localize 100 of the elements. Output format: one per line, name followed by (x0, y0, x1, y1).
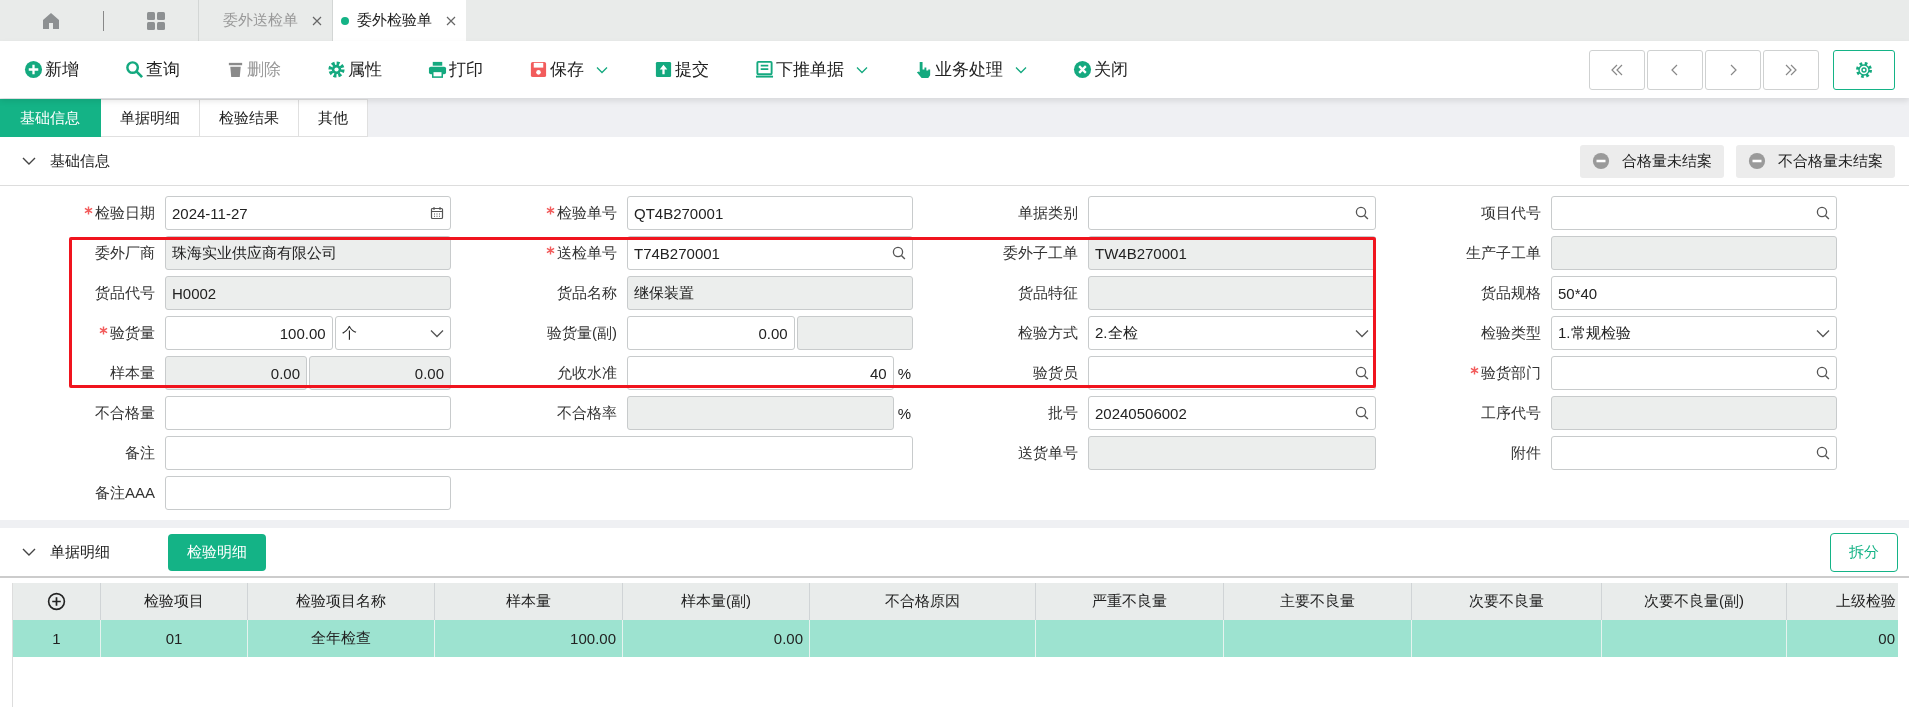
field-label: 允收水准 (557, 363, 617, 383)
document-icon (755, 60, 774, 79)
input-field[interactable] (165, 396, 451, 430)
calendar-icon (430, 206, 444, 220)
toolbar-button[interactable]: 打印 (420, 52, 491, 87)
field-label: 验货量 (110, 323, 155, 343)
search-icon (1816, 446, 1830, 460)
search-icon (1355, 206, 1369, 220)
settings-button[interactable] (1833, 49, 1895, 90)
select-field[interactable]: 个 (334, 316, 451, 350)
toolbar-button[interactable]: 新增 (16, 52, 87, 87)
chevron-icon[interactable] (22, 547, 36, 557)
toolbar-button[interactable]: 业务处理 (906, 52, 1035, 87)
search-field[interactable]: T74B270001 (627, 236, 913, 270)
field-label: 委外厂商 (95, 243, 155, 263)
next-button[interactable] (1705, 49, 1761, 90)
unit-label: % (896, 404, 912, 422)
required-icon (546, 205, 555, 215)
last-page-button[interactable] (1763, 49, 1819, 90)
toolbar-button[interactable]: 属性 (319, 52, 390, 87)
plus-circle-icon (24, 60, 43, 79)
field-label: 不合格量 (95, 403, 155, 423)
table-cell: 01 (101, 620, 248, 657)
form-tab[interactable]: 单据明细 (101, 99, 200, 137)
select-field[interactable]: 2.全检 (1088, 316, 1376, 350)
search-field[interactable] (1551, 356, 1837, 390)
field-label: 验货员 (1033, 363, 1078, 383)
close-icon[interactable] (446, 15, 456, 26)
search-field[interactable] (1551, 436, 1837, 470)
previous-button[interactable] (1647, 49, 1703, 90)
close-icon[interactable] (312, 15, 322, 26)
field-label: 备注 (125, 443, 155, 463)
search-field[interactable]: 20240506002 (1088, 396, 1376, 430)
field-label: 送货单号 (1018, 443, 1078, 463)
toolbar-button[interactable]: 查询 (117, 52, 188, 87)
input-field[interactable] (165, 436, 913, 470)
search-field[interactable] (1088, 356, 1376, 390)
search-icon (1355, 366, 1369, 380)
input-field[interactable]: 50*40 (1551, 276, 1837, 310)
field-label: 样本量 (110, 363, 155, 383)
caret-icon (1015, 65, 1027, 74)
field-label: 不合格率 (557, 403, 617, 423)
caret-icon (596, 65, 608, 74)
close-icon (1073, 60, 1092, 79)
select-field[interactable]: 1.常规检验 (1551, 316, 1837, 350)
table-cell: 0.00 (623, 620, 810, 657)
page-tab[interactable]: 委外检验单 (332, 0, 466, 41)
hand-pointer-icon (914, 60, 933, 79)
add-row-icon[interactable] (47, 592, 66, 611)
form-tab[interactable]: 检验结果 (200, 99, 299, 137)
input-field[interactable]: QT4B270001 (627, 196, 913, 230)
field-label: 备注AAA (95, 483, 155, 503)
table-cell: 全年检查 (248, 620, 435, 657)
input-field[interactable] (165, 476, 451, 510)
input-field[interactable]: 40 (627, 356, 894, 390)
field-label: 工序代号 (1481, 403, 1541, 423)
caret-icon (1355, 328, 1369, 338)
chevron-icon[interactable] (22, 156, 36, 166)
upload-icon (654, 60, 673, 79)
input-field[interactable]: 0.00 (627, 316, 795, 350)
field-label: 批号 (1048, 403, 1078, 423)
status-button[interactable]: 合格量未结案 (1580, 144, 1724, 178)
required-icon (84, 205, 93, 215)
status-button[interactable]: 不合格量未结案 (1736, 144, 1895, 178)
toolbar-button[interactable]: 下推单据 (747, 52, 876, 87)
table-row[interactable]: 1 01 全年检查 100.00 0.00 00 (13, 620, 1898, 657)
search-icon (1355, 406, 1369, 420)
toolbar-button[interactable]: 提交 (646, 52, 717, 87)
search-icon (1816, 366, 1830, 380)
first-page-button[interactable] (1589, 49, 1645, 90)
row-number: 1 (13, 620, 101, 657)
caret-icon (856, 65, 868, 74)
grid-icon[interactable] (146, 10, 166, 31)
field-label: 检验类型 (1481, 323, 1541, 343)
gear-icon (327, 60, 346, 79)
double-chevron-right-icon (1784, 63, 1798, 76)
home-icon[interactable] (41, 10, 61, 31)
table-cell: 100.00 (435, 620, 623, 657)
section-title: 单据明细 (50, 542, 110, 562)
caret-icon (1816, 328, 1830, 338)
field-label: 附件 (1511, 443, 1541, 463)
field-label: 项目代号 (1481, 203, 1541, 223)
search-icon (892, 246, 906, 260)
field-label: 生产子工单 (1466, 243, 1541, 263)
toolbar-button[interactable]: 保存 (521, 52, 616, 87)
required-icon (546, 245, 555, 255)
search-field[interactable] (1088, 196, 1376, 230)
toolbar-button[interactable]: 关闭 (1065, 52, 1136, 87)
trash-icon (226, 60, 245, 79)
input-field[interactable]: 100.00 (165, 316, 333, 350)
search-field[interactable] (1551, 196, 1837, 230)
table-cell: 00 (1787, 620, 1898, 657)
header-cell-text: 上级检验 (1835, 591, 1897, 611)
form-tab[interactable]: 其他 (299, 99, 368, 137)
unit-label: % (896, 364, 912, 382)
settings-icon (1854, 59, 1874, 80)
required-icon (1470, 365, 1479, 375)
caret-icon (430, 328, 444, 338)
date-field[interactable]: 2024-11-27 (165, 196, 451, 230)
dot-icon (341, 16, 349, 25)
